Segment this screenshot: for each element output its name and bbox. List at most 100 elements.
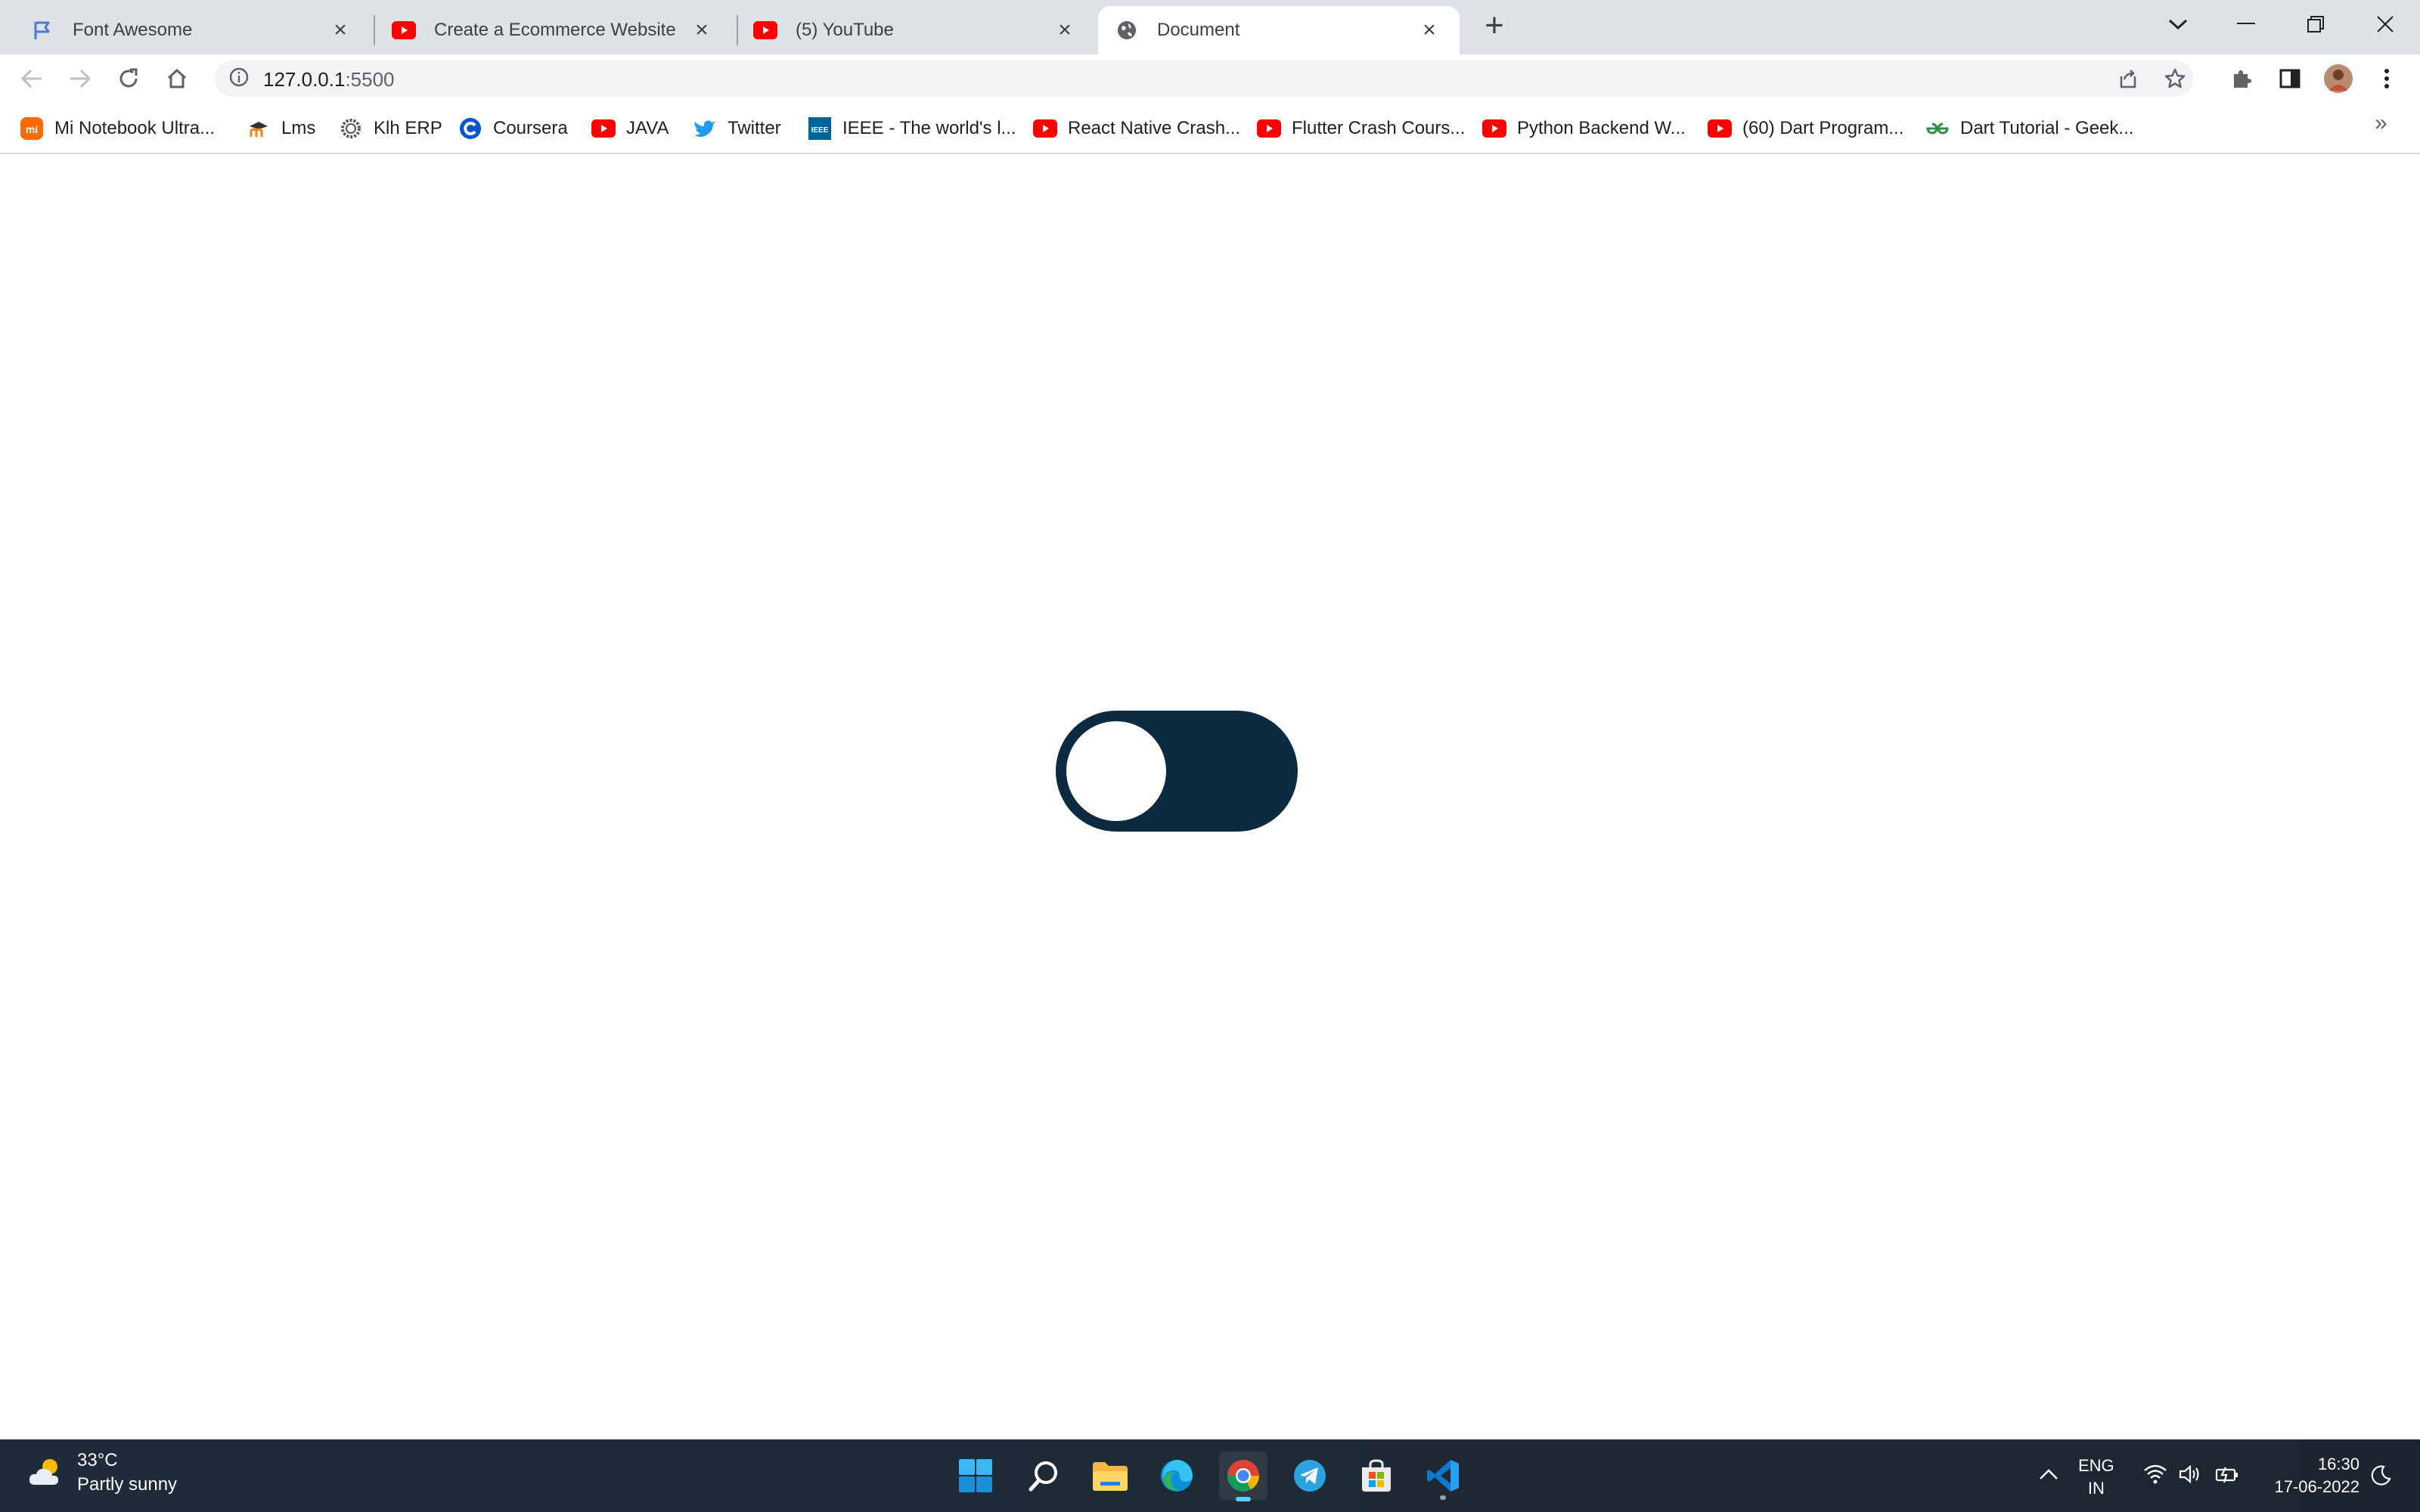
- bookmark-label: Twitter: [728, 118, 781, 138]
- coursera-icon: [458, 116, 482, 141]
- gear-logo-icon: [339, 116, 363, 141]
- battery-charging-icon[interactable]: [2214, 1464, 2240, 1489]
- close-icon[interactable]: ×: [690, 17, 714, 42]
- bookmark-dart-tutorial[interactable]: Dart Tutorial - Geek...: [1925, 113, 2133, 144]
- minimize-button[interactable]: [2211, 0, 2281, 48]
- twitter-icon: [693, 116, 717, 141]
- youtube-icon: [1482, 116, 1506, 141]
- toggle-knob[interactable]: [1066, 721, 1166, 821]
- close-icon[interactable]: ×: [1053, 17, 1077, 42]
- bookmarks-bar: mi Mi Notebook Ultra... Lms Klh ERP Cour…: [0, 103, 2420, 154]
- tab-youtube[interactable]: (5) YouTube ×: [740, 6, 1095, 54]
- mi-icon: mi: [20, 116, 44, 141]
- vscode-icon[interactable]: [1419, 1452, 1467, 1500]
- back-arrow-icon[interactable]: [17, 64, 47, 94]
- tab-separator: [374, 15, 375, 45]
- globe-icon: [1115, 18, 1139, 42]
- reload-icon[interactable]: [113, 64, 144, 94]
- tab-title: Create a Ecommerce Website Usi: [434, 20, 681, 40]
- side-panel-icon[interactable]: [2275, 64, 2305, 94]
- bookmark-star-icon[interactable]: [2161, 65, 2189, 92]
- bookmark-python-backend[interactable]: Python Backend W...: [1482, 113, 1686, 144]
- clock-date: 17-06-2022: [2274, 1477, 2360, 1496]
- svg-text:mi: mi: [26, 123, 38, 135]
- flag-icon: [30, 18, 54, 42]
- youtube-icon: [591, 116, 616, 141]
- file-explorer-icon[interactable]: [1086, 1452, 1134, 1500]
- tab-strip: Font Awesome × Create a Ecommerce Websit…: [0, 0, 2420, 54]
- toggle-switch[interactable]: [1056, 711, 1298, 832]
- bookmark-dart-program[interactable]: (60) Dart Program...: [1708, 113, 1903, 144]
- weather-condition: Partly sunny: [77, 1474, 178, 1495]
- tab-title: Document: [1157, 20, 1240, 40]
- url-host: 127.0.0.1: [263, 68, 346, 91]
- language-line2: IN: [2087, 1479, 2105, 1498]
- youtube-icon: [1257, 116, 1281, 141]
- tab-ecommerce[interactable]: Create a Ecommerce Website Usi ×: [377, 6, 732, 54]
- volume-icon[interactable]: [2178, 1464, 2202, 1489]
- bookmark-label: Python Backend W...: [1517, 118, 1686, 138]
- ieee-icon: IEEE: [808, 116, 832, 141]
- extensions-puzzle-icon[interactable]: [2226, 64, 2257, 94]
- screen: Font Awesome × Create a Ecommerce Websit…: [0, 0, 2420, 1512]
- tab-search-chevron-icon[interactable]: [2143, 0, 2213, 48]
- chevron-up-icon[interactable]: [2036, 1462, 2062, 1488]
- youtube-icon: [1708, 116, 1732, 141]
- bookmark-ieee[interactable]: IEEE IEEE - The world's l...: [808, 113, 1016, 144]
- bookmark-mi-notebook[interactable]: mi Mi Notebook Ultra...: [20, 113, 215, 144]
- bookmark-klh-erp[interactable]: Klh ERP: [339, 113, 442, 144]
- microsoft-store-icon[interactable]: [1352, 1452, 1401, 1500]
- focus-moon-icon[interactable]: [2369, 1464, 2393, 1492]
- bookmark-label: Dart Tutorial - Geek...: [1960, 118, 2134, 138]
- geeksforgeeks-icon: [1925, 116, 1950, 141]
- telegram-icon[interactable]: [1286, 1452, 1334, 1500]
- new-tab-button[interactable]: +: [1476, 9, 1512, 45]
- tab-title: (5) YouTube: [796, 20, 894, 40]
- chrome-icon[interactable]: [1219, 1452, 1267, 1501]
- moodle-icon: [247, 116, 271, 141]
- svg-text:IEEE: IEEE: [811, 126, 829, 135]
- bookmark-label: (60) Dart Program...: [1742, 118, 1904, 138]
- search-icon[interactable]: [1019, 1452, 1068, 1500]
- youtube-icon: [1033, 116, 1057, 141]
- bookmark-label: JAVA: [626, 118, 669, 138]
- language-line1: ENG: [2078, 1456, 2114, 1475]
- bookmark-react-native[interactable]: React Native Crash...: [1033, 113, 1240, 144]
- close-icon[interactable]: ×: [1417, 17, 1441, 42]
- weather-temperature: 33°C: [77, 1450, 118, 1470]
- wifi-icon[interactable]: [2143, 1464, 2167, 1489]
- active-app-indicator: [1236, 1497, 1251, 1501]
- bookmark-label: Coursera: [493, 118, 568, 138]
- tab-font-awesome[interactable]: Font Awesome ×: [0, 6, 371, 54]
- language-indicator[interactable]: ENG IN: [2078, 1455, 2114, 1500]
- menu-kebab-icon[interactable]: [2372, 64, 2402, 94]
- bookmark-label: Flutter Crash Cours...: [1292, 118, 1466, 138]
- share-icon[interactable]: [2114, 65, 2142, 92]
- youtube-icon: [392, 18, 416, 42]
- bookmark-label: Mi Notebook Ultra...: [54, 118, 216, 138]
- youtube-icon: [753, 18, 777, 42]
- bookmark-lms[interactable]: Lms: [247, 113, 315, 144]
- bookmarks-overflow-icon[interactable]: »: [2375, 110, 2387, 136]
- weather-widget[interactable]: 33°C Partly sunny: [27, 1450, 177, 1495]
- close-window-button[interactable]: [2350, 0, 2420, 48]
- avatar[interactable]: [2323, 64, 2353, 94]
- bookmark-label: Lms: [281, 118, 316, 138]
- bookmark-java[interactable]: JAVA: [591, 113, 669, 144]
- info-icon[interactable]: [228, 67, 253, 91]
- bookmark-flutter[interactable]: Flutter Crash Cours...: [1257, 113, 1465, 144]
- windows-start-icon[interactable]: [951, 1452, 1000, 1500]
- taskbar: 33°C Partly sunny ENG IN 16:30 17-06-202…: [0, 1439, 2420, 1512]
- edge-icon[interactable]: [1153, 1452, 1201, 1500]
- address-bar[interactable]: 127.0.0.1:5500: [215, 60, 2193, 97]
- tab-document[interactable]: Document ×: [1098, 6, 1460, 54]
- forward-arrow-icon[interactable]: [65, 64, 95, 94]
- bookmark-label: IEEE - The world's l...: [842, 118, 1016, 138]
- bookmark-coursera[interactable]: Coursera: [458, 113, 568, 144]
- home-icon[interactable]: [162, 64, 192, 94]
- close-icon[interactable]: ×: [328, 17, 352, 42]
- bookmark-twitter[interactable]: Twitter: [693, 113, 781, 144]
- system-clock[interactable]: 16:30 17-06-2022: [2261, 1453, 2360, 1498]
- restore-button[interactable]: [2281, 0, 2350, 48]
- url-text: 127.0.0.1:5500: [263, 68, 395, 91]
